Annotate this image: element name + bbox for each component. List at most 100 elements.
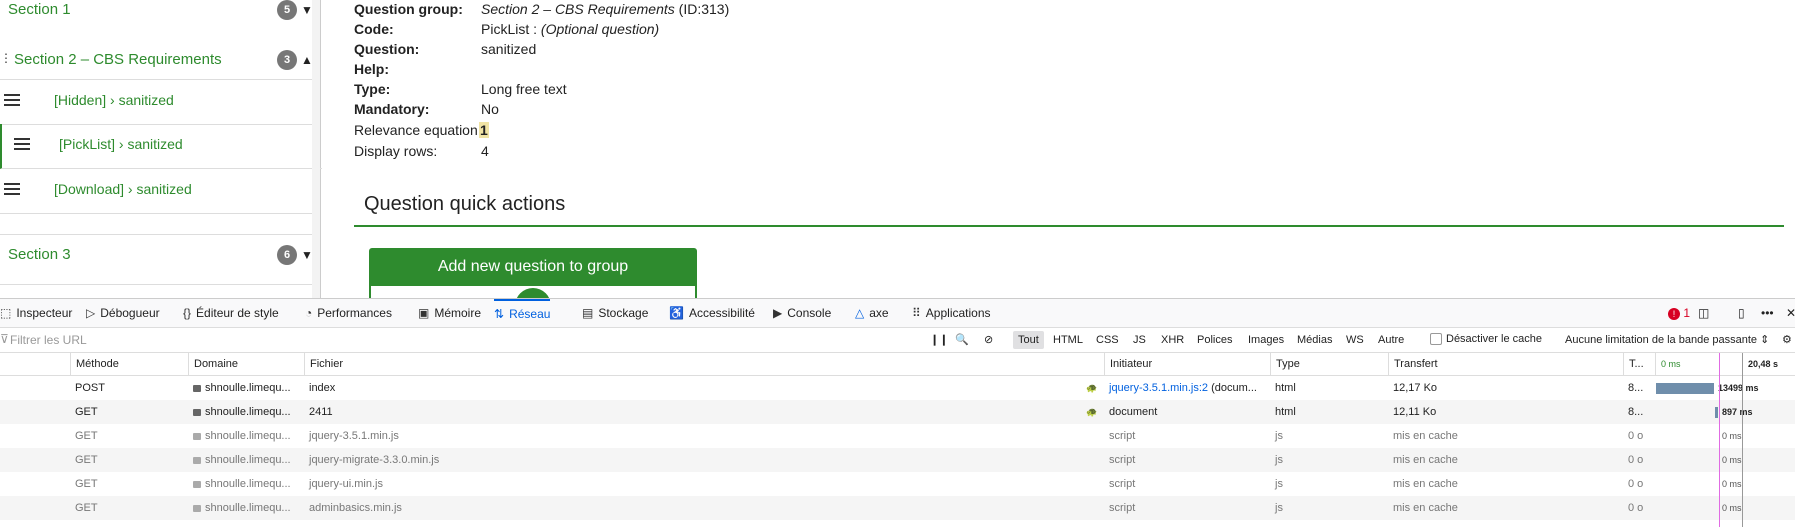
filter-fonts[interactable]: Polices xyxy=(1192,331,1237,349)
hamburger-icon[interactable] xyxy=(4,183,20,195)
cell-transfer-text[interactable]: 12,17 Ko xyxy=(1393,382,1437,394)
tab-axe[interactable]: △ axe xyxy=(855,299,889,327)
filter-html[interactable]: HTML xyxy=(1048,331,1088,349)
tab-label[interactable]: Accessibilité xyxy=(689,306,755,320)
cell-method-text[interactable]: GET xyxy=(75,454,98,466)
table-row[interactable]: GET shnoulle.limequ... adminbasics.min.js s… xyxy=(0,496,1795,520)
column-waterfall[interactable]: 0 ms 20,48 s xyxy=(1655,353,1795,375)
cell-domain[interactable]: shnoulle.limequ... xyxy=(188,448,304,472)
cell-file[interactable]: jquery-migrate-3.3.0.min.js xyxy=(304,448,1104,472)
settings-gear-icon[interactable]: ⚙ xyxy=(1782,333,1792,346)
cell-method-text[interactable]: GET xyxy=(75,502,98,514)
more-options-icon[interactable]: ••• xyxy=(1761,299,1774,327)
cell-initiator[interactable]: jquery-3.5.1.min.js:2 (docum... xyxy=(1104,376,1270,400)
filter-images[interactable]: Images xyxy=(1243,331,1289,349)
cell-transfer[interactable]: mis en cache xyxy=(1388,424,1623,448)
filter-other[interactable]: Autre xyxy=(1373,331,1409,349)
cell-initiator[interactable]: script xyxy=(1104,424,1270,448)
filter-css[interactable]: CSS xyxy=(1091,331,1124,349)
cell-type[interactable]: js xyxy=(1270,472,1388,496)
filter-js[interactable]: JS xyxy=(1128,331,1151,349)
cell-file[interactable]: adminbasics.min.js xyxy=(304,496,1104,520)
question-item[interactable]: [Hidden] › sanitized xyxy=(0,79,320,125)
tab-label[interactable]: Console xyxy=(787,306,831,320)
column-transfer[interactable]: Transfert xyxy=(1388,353,1623,375)
tab-label[interactable]: Stockage xyxy=(598,306,648,320)
add-question-button-label[interactable]: Add new question to group xyxy=(369,258,697,276)
cell-domain[interactable]: shnoulle.limequ... xyxy=(188,376,304,400)
question-item-label[interactable]: [PickList] › sanitized xyxy=(59,136,183,152)
cell-domain[interactable]: shnoulle.limequ... xyxy=(188,472,304,496)
cell-size-text[interactable]: 0 o xyxy=(1628,430,1643,442)
filter-media[interactable]: Médias xyxy=(1292,331,1337,349)
cell-method[interactable]: GET xyxy=(70,472,188,496)
tab-label[interactable]: Réseau xyxy=(509,307,550,321)
cell-method-text[interactable]: GET xyxy=(75,406,98,418)
search-icon[interactable]: 🔍 xyxy=(950,331,974,349)
tab-storage[interactable]: ▤ Stockage xyxy=(582,299,648,327)
cell-method-text[interactable]: POST xyxy=(75,382,105,394)
cell-size[interactable]: 0 o xyxy=(1623,424,1655,448)
cell-initiator-text[interactable]: script xyxy=(1109,454,1135,466)
cell-size[interactable]: 8... xyxy=(1623,400,1655,424)
cell-domain[interactable]: shnoulle.limequ... xyxy=(188,496,304,520)
cell-file-text[interactable]: index xyxy=(309,382,335,394)
column-method[interactable]: Méthode xyxy=(70,353,188,375)
cell-initiator[interactable]: script xyxy=(1104,472,1270,496)
checkbox[interactable] xyxy=(1430,333,1442,346)
table-row[interactable]: GET shnoulle.limequ... jquery-ui.min.js scr… xyxy=(0,472,1795,496)
cell-size-text[interactable]: 8... xyxy=(1628,406,1643,418)
section-1[interactable]: Section 1 5 ▼ xyxy=(0,0,320,20)
cell-type-text[interactable]: js xyxy=(1275,502,1283,514)
tab-memory[interactable]: ▣ Mémoire xyxy=(418,299,481,327)
tab-applications[interactable]: ⠿ Applications xyxy=(912,299,991,327)
cell-method-text[interactable]: GET xyxy=(75,430,98,442)
question-item-active[interactable]: [PickList] › sanitized xyxy=(0,124,322,169)
column-initiator[interactable]: Initiateur xyxy=(1104,353,1270,375)
cell-method[interactable]: POST xyxy=(70,376,188,400)
section-2-label[interactable]: Section 2 – CBS Requirements xyxy=(14,51,222,68)
filter-url-input[interactable]: Filtrer les URL xyxy=(10,333,87,347)
cell-size[interactable]: 0 o xyxy=(1623,496,1655,520)
cell-initiator-text[interactable]: script xyxy=(1109,430,1135,442)
hamburger-icon[interactable] xyxy=(14,138,30,150)
tab-accessibility[interactable]: ♿ Accessibilité xyxy=(669,299,755,327)
table-row[interactable]: GET shnoulle.limequ... jquery-3.5.1.min.js… xyxy=(0,424,1795,448)
cell-initiator-text[interactable]: script xyxy=(1109,478,1135,490)
cell-transfer-text[interactable]: mis en cache xyxy=(1393,478,1458,490)
cell-method[interactable]: GET xyxy=(70,448,188,472)
cell-method[interactable]: GET xyxy=(70,424,188,448)
cell-file-text[interactable]: adminbasics.min.js xyxy=(309,502,402,514)
cell-domain-text[interactable]: shnoulle.limequ... xyxy=(205,502,291,514)
tab-label[interactable]: Mémoire xyxy=(434,306,481,320)
cell-size-text[interactable]: 0 o xyxy=(1628,454,1643,466)
cell-initiator[interactable]: document xyxy=(1104,400,1270,424)
cell-size[interactable]: 0 o xyxy=(1623,472,1655,496)
table-row[interactable]: GET shnoulle.limequ... jquery-migrate-3.3.… xyxy=(0,448,1795,472)
cell-file-text[interactable]: jquery-migrate-3.3.0.min.js xyxy=(309,454,439,466)
cell-domain[interactable]: shnoulle.limequ... xyxy=(188,400,304,424)
cell-method[interactable]: GET xyxy=(70,496,188,520)
cell-type[interactable]: html xyxy=(1270,376,1388,400)
section-3[interactable]: Section 3 6 ▼ xyxy=(0,245,320,265)
cell-domain[interactable]: shnoulle.limequ... xyxy=(188,424,304,448)
drag-handle-icon[interactable]: ⋮ xyxy=(0,51,12,65)
cell-type-text[interactable]: js xyxy=(1275,430,1283,442)
clear-icon[interactable]: ⊘ xyxy=(979,331,998,349)
error-indicator[interactable]: ! 1 xyxy=(1668,299,1690,327)
cell-domain-text[interactable]: shnoulle.limequ... xyxy=(205,478,291,490)
tab-debugger[interactable]: ▷ Débogueur xyxy=(86,299,160,327)
table-row[interactable]: GET shnoulle.limequ... 2411 🐢 document html 12… xyxy=(0,400,1795,424)
cell-file-text[interactable]: 2411 xyxy=(309,406,333,418)
dock-icon[interactable]: ▯ xyxy=(1738,299,1745,327)
cell-transfer[interactable]: 12,11 Ko xyxy=(1388,400,1623,424)
cell-size[interactable]: 0 o xyxy=(1623,448,1655,472)
question-item-label[interactable]: [Hidden] › sanitized xyxy=(54,92,174,108)
cell-initiator-text[interactable]: document xyxy=(1109,406,1157,418)
cell-type-text[interactable]: js xyxy=(1275,454,1283,466)
filter-all[interactable]: Tout xyxy=(1013,331,1044,349)
cell-file[interactable]: jquery-ui.min.js xyxy=(304,472,1104,496)
cell-file[interactable]: 2411 🐢 xyxy=(304,400,1104,424)
column-size[interactable]: T... xyxy=(1623,353,1655,375)
cell-type[interactable]: js xyxy=(1270,496,1388,520)
